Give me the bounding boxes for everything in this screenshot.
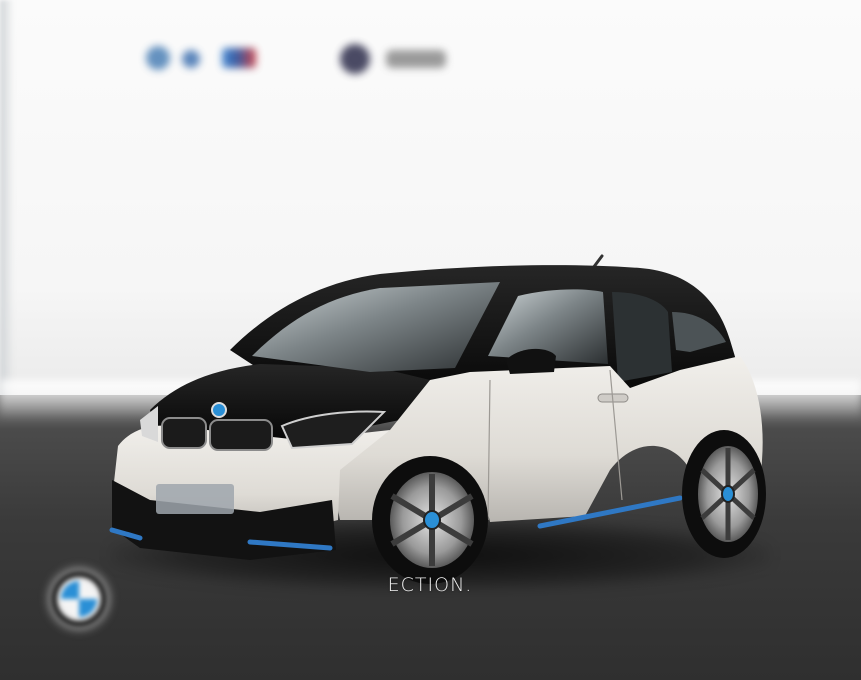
bmw-roundel-icon	[52, 572, 106, 626]
photo-frame: ECTION.	[0, 0, 861, 680]
hood-badge-icon	[211, 402, 227, 418]
rear-wheel	[682, 430, 766, 558]
overlay-caption: ECTION.	[387, 574, 473, 596]
kidney-grille-right	[209, 419, 273, 451]
license-plate	[156, 484, 234, 514]
kidney-grille-left	[161, 417, 207, 449]
front-wheel	[372, 456, 488, 584]
